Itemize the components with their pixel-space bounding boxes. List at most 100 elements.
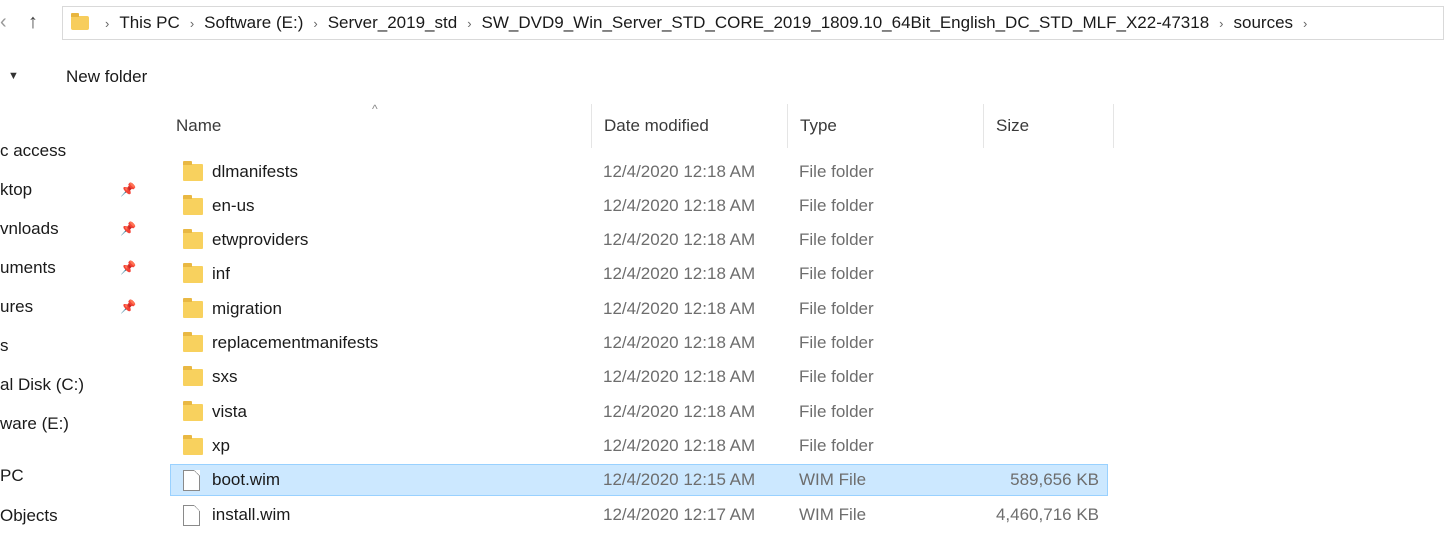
file-explorer-window: ‹ ↑ › This PC › Software (E:) › Server_2… — [0, 0, 1448, 552]
nav-item-documents[interactable]: uments 📌 — [0, 253, 136, 283]
new-folder-button[interactable]: New folder — [66, 67, 147, 87]
file-type: File folder — [799, 196, 874, 215]
file-date-modified: 12/4/2020 12:18 AM — [603, 299, 756, 318]
pin-icon[interactable]: 📌 — [120, 253, 136, 283]
nav-item-label: PC — [0, 466, 24, 485]
nav-item-label: s — [0, 336, 9, 355]
chevron-right-icon[interactable]: › — [105, 16, 109, 31]
pin-icon[interactable]: 📌 — [120, 175, 136, 205]
nav-item-label: al Disk (C:) — [0, 375, 85, 394]
nav-item-label: c access — [0, 141, 67, 160]
folder-icon — [183, 195, 203, 215]
breadcrumb-server-2019-std[interactable]: Server_2019_std — [328, 13, 457, 33]
nav-item-software-e[interactable]: ware (E:) — [0, 409, 69, 439]
breadcrumb-software-e[interactable]: Software (E:) — [204, 13, 303, 33]
nav-item-quick-access[interactable]: c access — [0, 136, 66, 166]
file-row[interactable]: install.wim 12/4/2020 12:17 AM WIM File … — [170, 499, 1108, 531]
file-date-modified: 12/4/2020 12:18 AM — [603, 196, 756, 215]
nav-item-label: vnloads — [0, 219, 59, 238]
folder-row[interactable]: replacementmanifests 12/4/2020 12:18 AM … — [170, 327, 1108, 359]
file-size: 589,656 KB — [1010, 470, 1099, 489]
nav-item-downloads[interactable]: vnloads 📌 — [0, 214, 136, 244]
file-name: replacementmanifests — [212, 333, 379, 352]
breadcrumb-this-pc[interactable]: This PC — [119, 13, 179, 33]
nav-item-label: ures — [0, 297, 34, 316]
file-date-modified: 12/4/2020 12:18 AM — [603, 402, 756, 421]
folder-row[interactable]: en-us 12/4/2020 12:18 AM File folder — [170, 190, 1108, 222]
folder-row[interactable]: xp 12/4/2020 12:18 AM File folder — [170, 430, 1108, 462]
file-date-modified: 12/4/2020 12:15 AM — [603, 470, 756, 489]
pin-icon[interactable]: 📌 — [120, 214, 136, 244]
nav-item-this-pc[interactable]: PC — [0, 461, 24, 491]
folder-row[interactable]: dlmanifests 12/4/2020 12:18 AM File fold… — [170, 156, 1108, 188]
back-chevron-icon[interactable]: ‹ — [0, 8, 7, 36]
file-name: dlmanifests — [212, 162, 298, 181]
file-name: inf — [212, 264, 230, 283]
folder-row[interactable]: vista 12/4/2020 12:18 AM File folder — [170, 396, 1108, 428]
file-type: File folder — [799, 264, 874, 283]
chevron-right-icon[interactable]: › — [1219, 16, 1223, 31]
file-name: xp — [212, 436, 230, 455]
file-date-modified: 12/4/2020 12:18 AM — [603, 436, 756, 455]
column-header-type[interactable]: Type — [788, 104, 984, 148]
column-header-date-modified[interactable]: Date modified — [592, 104, 788, 148]
file-name: sxs — [212, 367, 238, 386]
folder-icon — [183, 263, 203, 283]
file-name: migration — [212, 299, 282, 318]
file-type: File folder — [799, 436, 874, 455]
address-bar-row: ‹ ↑ › This PC › Software (E:) › Server_2… — [0, 0, 1448, 46]
file-date-modified: 12/4/2020 12:18 AM — [603, 264, 756, 283]
column-header-size[interactable]: Size — [984, 104, 1114, 148]
file-icon — [183, 505, 200, 526]
folder-icon — [183, 161, 203, 181]
folder-icon — [183, 229, 203, 249]
file-type: WIM File — [799, 470, 867, 489]
file-date-modified: 12/4/2020 12:17 AM — [603, 505, 756, 524]
caret-down-icon[interactable]: ▼ — [8, 70, 19, 82]
file-type: File folder — [799, 299, 874, 318]
chevron-right-icon[interactable]: › — [1303, 16, 1307, 31]
breadcrumb-iso-folder[interactable]: SW_DVD9_Win_Server_STD_CORE_2019_1809.10… — [482, 13, 1210, 33]
file-name: etwproviders — [212, 230, 309, 249]
up-arrow-icon[interactable]: ↑ — [28, 8, 38, 36]
file-date-modified: 12/4/2020 12:18 AM — [603, 162, 756, 181]
nav-item-label: Objects — [0, 506, 58, 525]
nav-item-3d-objects[interactable]: Objects — [0, 501, 58, 531]
nav-item-label: ktop — [0, 180, 33, 199]
file-date-modified: 12/4/2020 12:18 AM — [603, 367, 756, 386]
chevron-right-icon[interactable]: › — [313, 16, 317, 31]
nav-item-desktop[interactable]: ktop 📌 — [0, 175, 136, 205]
folder-row[interactable]: sxs 12/4/2020 12:18 AM File folder — [170, 361, 1108, 393]
folder-row[interactable]: etwproviders 12/4/2020 12:18 AM File fol… — [170, 224, 1108, 256]
breadcrumb-sources[interactable]: sources — [1234, 13, 1294, 33]
folder-row[interactable]: inf 12/4/2020 12:18 AM File folder — [170, 258, 1108, 290]
nav-item-pictures[interactable]: ures 📌 — [0, 292, 136, 322]
address-bar[interactable]: › This PC › Software (E:) › Server_2019_… — [62, 6, 1444, 40]
file-icon — [183, 470, 200, 491]
file-type: WIM File — [799, 505, 867, 524]
file-size: 4,460,716 KB — [995, 505, 1099, 524]
chevron-right-icon[interactable]: › — [467, 16, 471, 31]
folder-icon — [71, 13, 89, 30]
file-type: File folder — [799, 402, 874, 421]
folder-icon — [183, 332, 203, 352]
nav-item-s[interactable]: s — [0, 331, 9, 361]
folder-icon — [183, 435, 203, 455]
file-name: vista — [212, 402, 247, 421]
file-name: en-us — [212, 196, 255, 215]
file-row-selected[interactable]: boot.wim 12/4/2020 12:15 AM WIM File 589… — [170, 464, 1108, 496]
nav-item-local-disk-c[interactable]: al Disk (C:) — [0, 370, 84, 400]
file-name: install.wim — [212, 505, 291, 524]
file-type: File folder — [799, 333, 874, 352]
nav-item-label: ware (E:) — [0, 414, 69, 433]
folder-icon — [183, 298, 203, 318]
folder-icon — [183, 366, 203, 386]
file-type: File folder — [799, 367, 874, 386]
column-header-row: ^ Name Date modified Type Size — [164, 102, 1114, 148]
chevron-right-icon[interactable]: › — [190, 16, 194, 31]
pin-icon[interactable]: 📌 — [120, 292, 136, 322]
folder-row[interactable]: migration 12/4/2020 12:18 AM File folder — [170, 293, 1108, 325]
column-header-name[interactable]: Name — [164, 104, 592, 148]
file-name: boot.wim — [212, 470, 281, 489]
file-type: File folder — [799, 230, 874, 249]
